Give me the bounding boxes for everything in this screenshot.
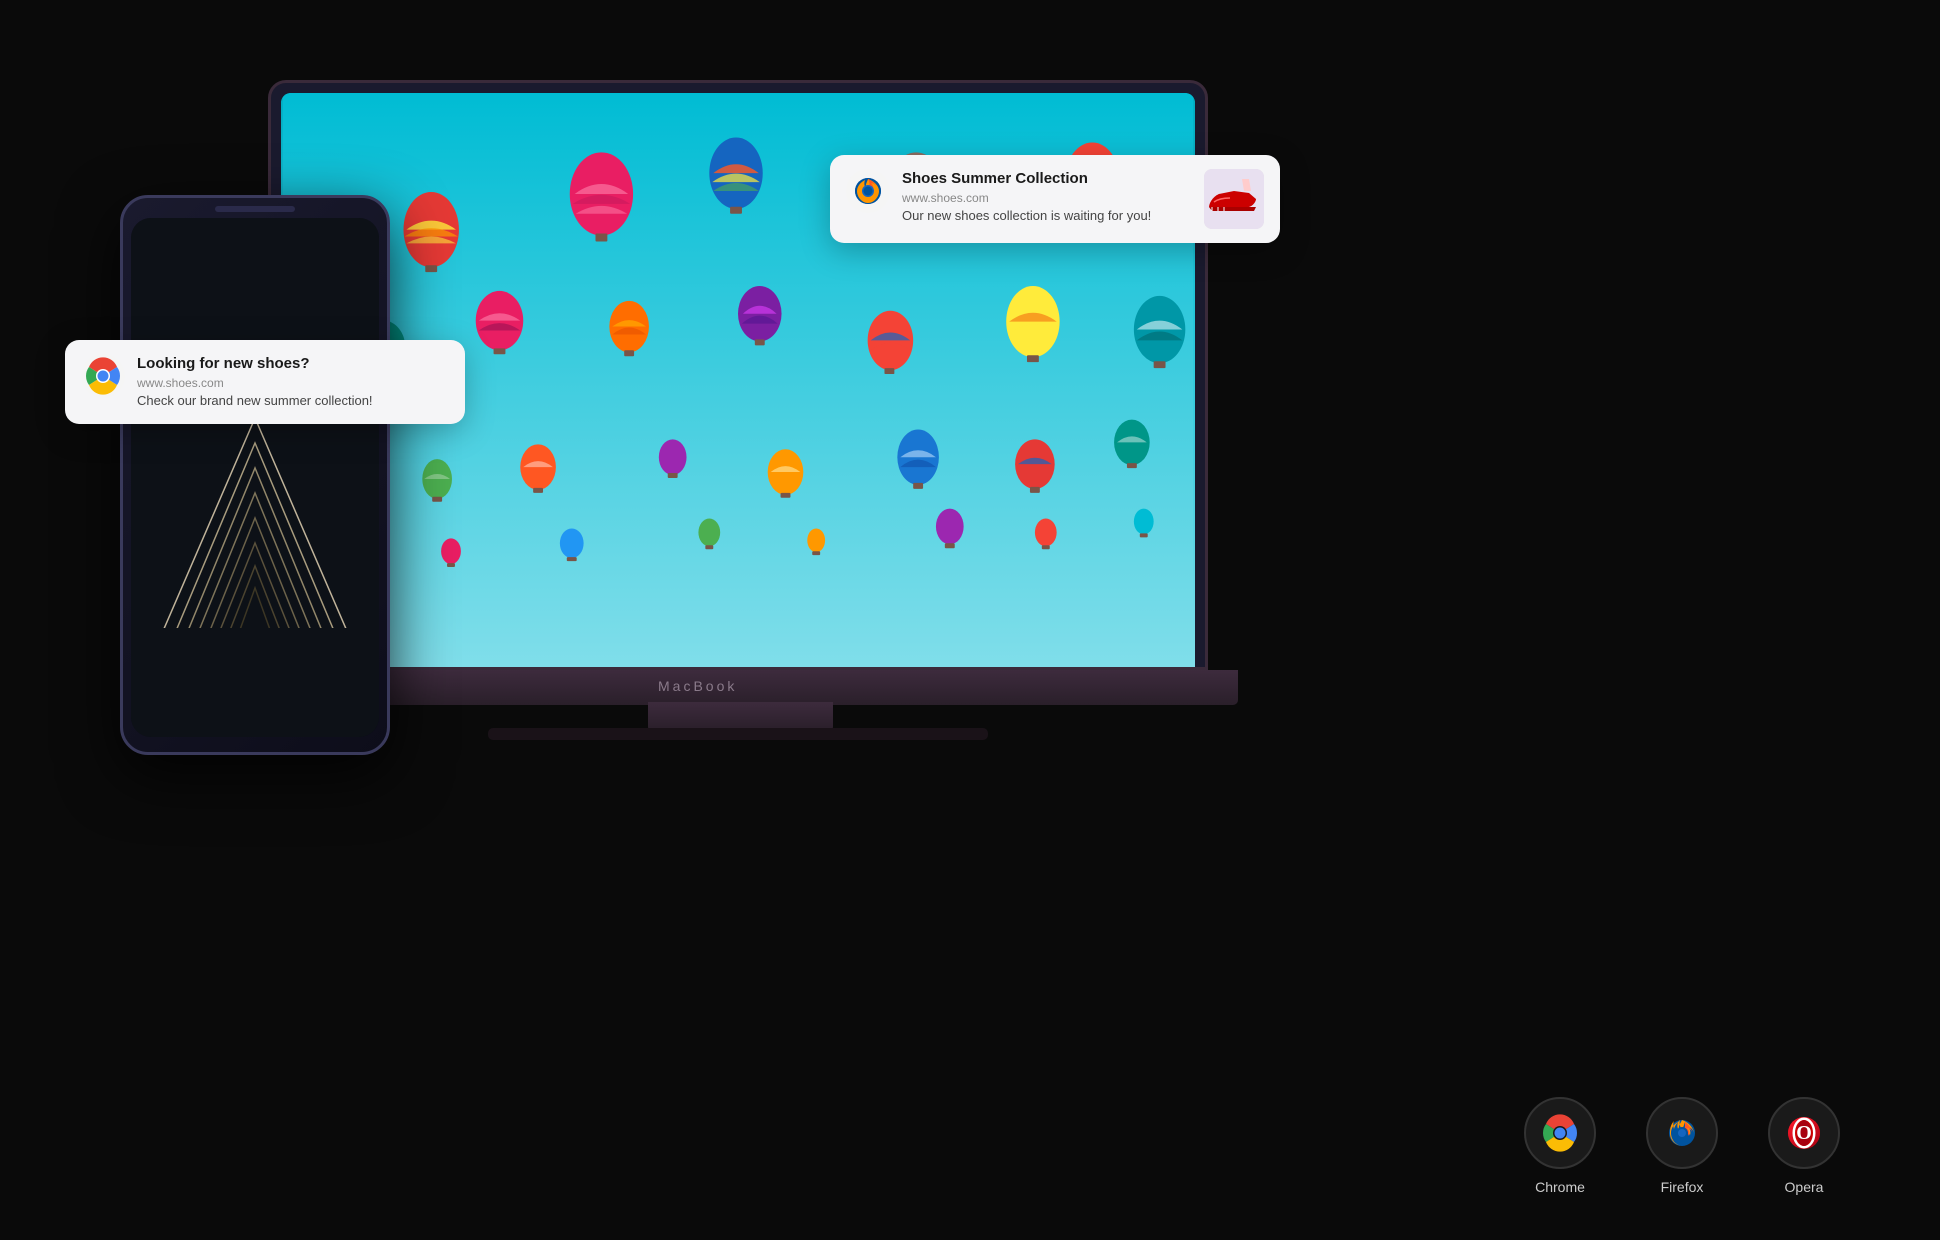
macbook-foot [488, 728, 988, 740]
firefox-notification-image [1204, 169, 1264, 229]
svg-text:O: O [1796, 1122, 1812, 1144]
browser-icons-section: Chrome Firefox [1524, 1097, 1840, 1195]
firefox-label: Firefox [1661, 1179, 1704, 1195]
firefox-notification-content: Shoes Summer Collection www.shoes.com Ou… [902, 169, 1192, 225]
chrome-notification-icon [81, 354, 125, 398]
phone-screen [131, 218, 379, 737]
chrome-label: Chrome [1535, 1179, 1585, 1195]
notification-card-chrome: Looking for new shoes? www.shoes.com Che… [65, 340, 465, 424]
browser-icon-item-firefox: Firefox [1646, 1097, 1718, 1195]
opera-label: Opera [1785, 1179, 1824, 1195]
macbook-brand-label: MacBook [658, 678, 737, 694]
opera-icon-circle: O [1768, 1097, 1840, 1169]
firefox-notification-icon [846, 169, 890, 213]
chrome-icon-circle [1524, 1097, 1596, 1169]
phone-wallpaper [131, 218, 379, 737]
phone-notch [215, 206, 295, 212]
browser-icon-item-opera: O Opera [1768, 1097, 1840, 1195]
chrome-notification-title: Looking for new shoes? [137, 354, 449, 374]
opera-browser-icon: O [1782, 1111, 1826, 1155]
phone-body [120, 195, 390, 755]
firefox-icon-circle [1646, 1097, 1718, 1169]
macbook-stand [648, 702, 833, 730]
chrome-notification-body: Check our brand new summer collection! [137, 392, 449, 410]
browser-icon-item-chrome: Chrome [1524, 1097, 1596, 1195]
firefox-notification-title: Shoes Summer Collection [902, 169, 1192, 189]
chrome-browser-icon [1538, 1111, 1582, 1155]
notification-card-firefox: Shoes Summer Collection www.shoes.com Ou… [830, 155, 1280, 243]
firefox-browser-icon [1660, 1111, 1704, 1155]
firefox-notification-body: Our new shoes collection is waiting for … [902, 207, 1192, 225]
phone-device [120, 195, 390, 755]
firefox-notification-url: www.shoes.com [902, 191, 1192, 205]
chrome-notification-url: www.shoes.com [137, 376, 449, 390]
chrome-notification-content: Looking for new shoes? www.shoes.com Che… [137, 354, 449, 410]
